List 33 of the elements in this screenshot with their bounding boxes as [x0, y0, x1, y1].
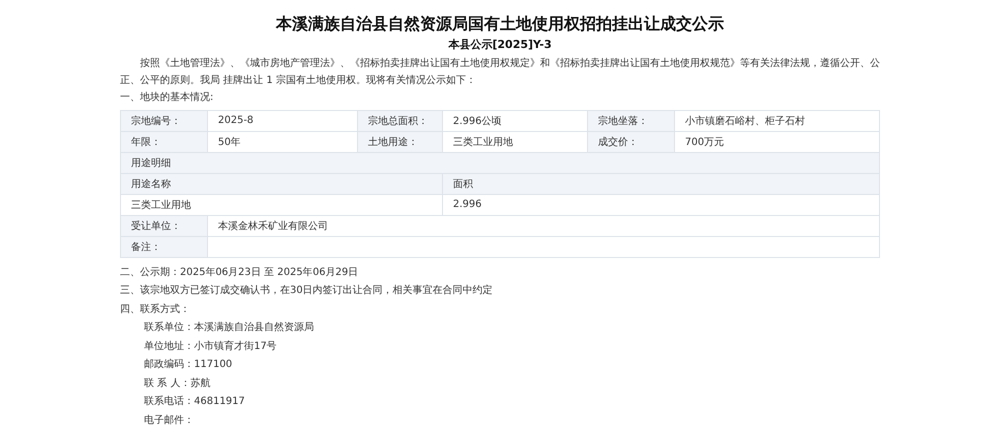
field-value: 小市镇磨石峪村、柜子石村	[674, 110, 880, 131]
field-value: 2025-8	[208, 110, 358, 131]
section-text: 二、公示期：2025年06月23日 至 2025年06月29日	[120, 266, 360, 280]
contact-line: 联 系 人：苏航	[143, 376, 212, 390]
contact-line: 联系单位：本溪满族自治县自然资源局	[143, 320, 315, 335]
section-text: 四、联系方式：	[120, 302, 191, 316]
field-label: 备注：	[120, 236, 208, 257]
field-label: 宗地坐落：	[588, 110, 674, 131]
field-label: 成交价：	[588, 131, 674, 152]
section-heading: 一、地块的基本情况:	[120, 90, 214, 105]
table-cell: 2.996	[442, 194, 880, 215]
notice-number: 本县公示[2025]Y-3	[447, 37, 553, 52]
field-label: 年限：	[120, 131, 208, 152]
field-value: 2.996公顷	[442, 110, 588, 131]
field-value: 50年	[208, 131, 358, 152]
column-header: 面积	[442, 173, 880, 194]
field-label: 受让单位：	[120, 215, 208, 236]
field-label: 宗地总面积：	[358, 110, 442, 131]
table-section-heading: 用途明细	[120, 152, 880, 173]
field-label: 宗地编号：	[120, 110, 208, 131]
page-title: 本溪满族自治县自然资源局国有土地使用权招拍挂出让成交公示	[274, 14, 725, 35]
field-value: 本溪金林禾矿业有限公司	[208, 215, 880, 236]
field-label: 土地用途：	[358, 131, 442, 152]
table-cell: 三类工业用地	[120, 194, 442, 215]
section-text: 三、该宗地双方已签订成交确认书，在30日内签订出让合同，相关事宜在合同中约定	[120, 284, 494, 298]
contact-line: 联系电话：46811917	[143, 394, 246, 409]
intro-paragraph: 按照《土地管理法》、《城市房地产管理法》、《招标拍卖挂牌出让国有土地使用权规定》和《招标拍卖挂牌出让国有土地使用权规范》等有关法律法规，遵循公开、公正、公平的原则。我局 挂牌出让 1 宗国有土地使用权。现将有关情况公示如下：	[120, 56, 880, 88]
field-value: 700万元	[674, 131, 880, 152]
column-header: 用途名称	[120, 173, 442, 194]
contact-line: 单位地址：小市镇育才街17号	[143, 340, 278, 354]
field-value: 三类工业用地	[442, 131, 588, 152]
contact-line: 邮政编码：117100	[143, 358, 234, 372]
contact-line: 电子邮件：	[143, 414, 195, 428]
